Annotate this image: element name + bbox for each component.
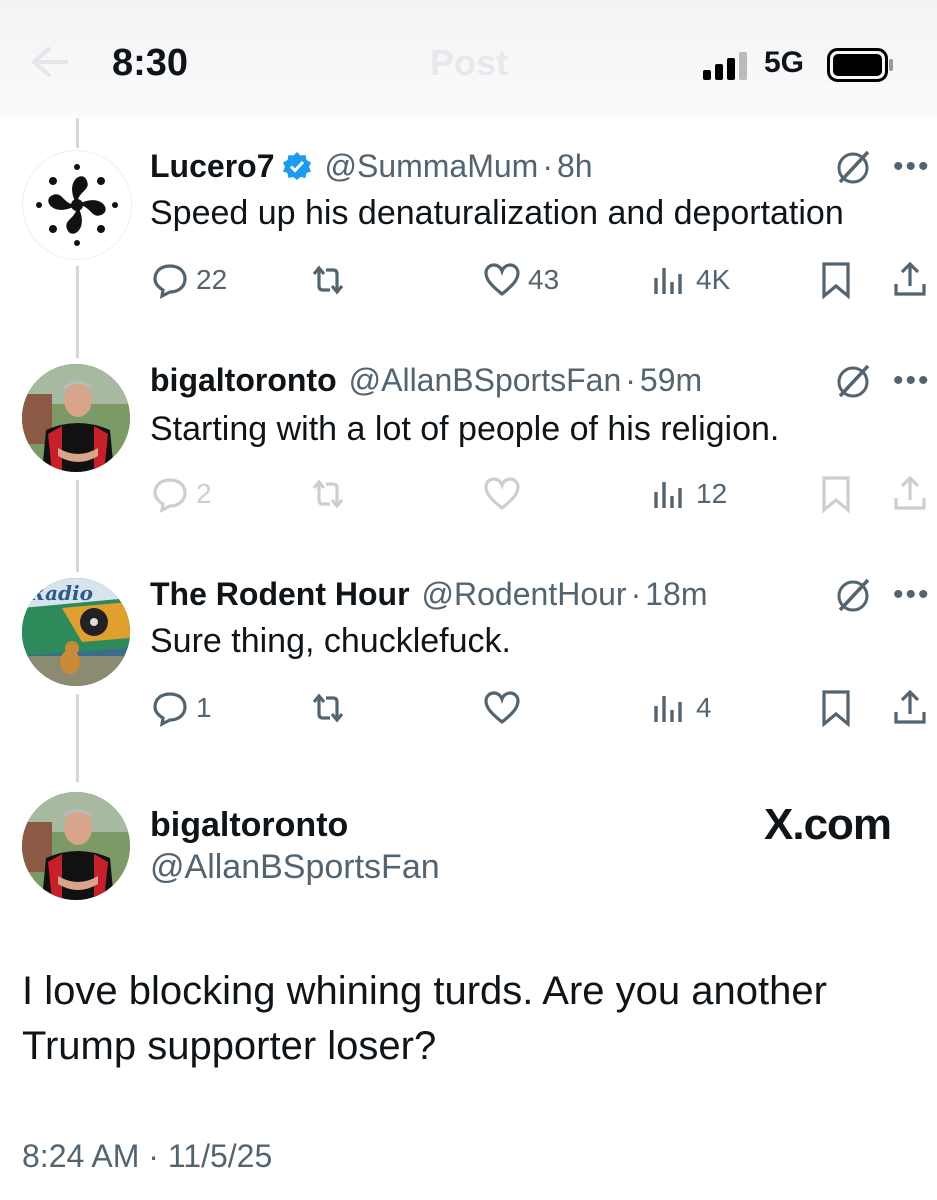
repost-icon <box>312 479 344 509</box>
thread-line <box>76 480 79 572</box>
reply-count: 22 <box>196 264 228 295</box>
ornament-avatar-icon <box>36 164 118 246</box>
battery-icon <box>827 48 893 82</box>
timestamp[interactable]: 8h <box>557 148 593 185</box>
timestamp[interactable]: 59m <box>640 362 702 399</box>
share-icon <box>894 261 926 296</box>
share-icon <box>894 475 926 510</box>
status-time: 8:30 <box>112 42 189 84</box>
post-text: Starting with a lot of people of his rel… <box>150 410 780 448</box>
timestamp[interactable]: 18m <box>645 576 707 613</box>
action-bar: 2 12 <box>150 470 930 518</box>
avatar[interactable] <box>22 364 130 472</box>
bookmark-icon <box>822 476 850 514</box>
svg-text:Radio: Radio <box>27 581 93 605</box>
like-button[interactable]: 43 <box>482 256 559 304</box>
bookmark-icon <box>822 262 850 300</box>
share-button <box>890 470 930 518</box>
network-label: 5G <box>764 46 805 79</box>
person-avatar-icon <box>22 792 130 900</box>
reply-button[interactable]: 1 <box>150 684 212 732</box>
thread-line <box>76 694 79 782</box>
bookmark-button <box>816 470 856 518</box>
views-count: 12 <box>696 478 728 509</box>
like-icon <box>484 691 520 725</box>
reply-button[interactable]: 22 <box>150 256 227 304</box>
like-count: 43 <box>528 264 560 295</box>
display-name[interactable]: The Rodent Hour <box>150 576 410 613</box>
reply-button: 2 <box>150 470 212 518</box>
avatar[interactable]: Radio <box>22 578 130 686</box>
reply-count: 2 <box>196 478 212 509</box>
like-icon <box>484 477 520 511</box>
repost-icon <box>312 693 344 723</box>
thread-line <box>76 118 79 148</box>
reply-icon <box>153 478 187 513</box>
post-text: I love blocking whining turds. Are you a… <box>22 969 827 1068</box>
views-icon <box>654 482 682 508</box>
person-avatar-icon <box>22 364 130 472</box>
share-icon <box>894 689 926 724</box>
radio-dog-avatar-icon: Radio <box>22 578 130 686</box>
bookmark-button[interactable] <box>816 684 856 732</box>
handle[interactable]: @SummaMum <box>324 148 538 185</box>
action-bar: 22 43 4K <box>150 256 930 304</box>
verified-badge-icon <box>283 152 312 180</box>
repost-button[interactable] <box>308 684 354 732</box>
more-icon[interactable]: ••• <box>893 150 931 184</box>
more-icon[interactable]: ••• <box>893 578 931 612</box>
reply-icon <box>153 264 187 299</box>
avatar[interactable] <box>22 792 130 900</box>
repost-button <box>308 470 354 518</box>
share-button[interactable] <box>890 256 930 304</box>
views-button[interactable]: 4K <box>650 256 730 304</box>
post-header: bigaltoronto @AllanBSportsFan · 59m <box>150 357 702 403</box>
reply-count: 1 <box>196 692 212 723</box>
views-count: 4K <box>696 264 731 295</box>
handle[interactable]: @AllanBSportsFan <box>349 362 622 399</box>
views-button[interactable]: 12 <box>650 470 727 518</box>
avatar[interactable] <box>22 150 132 260</box>
like-icon <box>484 263 520 297</box>
page-title: Post <box>430 42 509 83</box>
post-header: Lucero7 @SummaMum · 8h <box>150 143 593 189</box>
handle[interactable]: @AllanBSportsFan <box>150 848 440 887</box>
separator-dot: · <box>630 575 642 612</box>
display-name[interactable]: bigaltoronto <box>150 806 348 845</box>
views-icon <box>654 268 682 294</box>
back-arrow-icon[interactable] <box>30 44 70 80</box>
x-com-watermark: X.com <box>764 800 892 849</box>
grok-icon[interactable] <box>832 574 874 616</box>
signal-icon <box>703 52 747 80</box>
repost-button[interactable] <box>308 256 354 304</box>
bookmark-button[interactable] <box>816 256 856 304</box>
more-icon[interactable]: ••• <box>893 364 931 398</box>
handle[interactable]: @RodentHour <box>422 576 627 613</box>
display-name[interactable]: Lucero7 <box>150 148 274 185</box>
repost-icon <box>312 265 344 295</box>
grok-icon[interactable] <box>832 146 874 188</box>
grok-icon[interactable] <box>832 360 874 402</box>
action-bar: 1 4 <box>150 684 930 732</box>
separator-dot: · <box>625 361 636 398</box>
post-timestamp[interactable]: 8:24 AM · 11/5/25 <box>22 1138 272 1175</box>
display-name[interactable]: bigaltoronto <box>150 362 337 399</box>
reply-icon <box>153 692 187 727</box>
views-icon <box>654 696 682 722</box>
like-button[interactable] <box>482 684 528 732</box>
share-button[interactable] <box>890 684 930 732</box>
bookmark-icon <box>822 690 850 728</box>
status-bar: 8:30 Post 5G <box>0 0 937 118</box>
separator-dot: · <box>542 147 553 184</box>
views-button[interactable]: 4 <box>650 684 712 732</box>
thread-line <box>76 266 79 358</box>
like-button <box>482 470 528 518</box>
post-header: The Rodent Hour @RodentHour · 18m <box>150 571 707 617</box>
post-text: Speed up his denaturalization and deport… <box>150 194 844 232</box>
post-text: Sure thing, chucklefuck. <box>150 622 511 660</box>
views-count: 4 <box>696 692 712 723</box>
